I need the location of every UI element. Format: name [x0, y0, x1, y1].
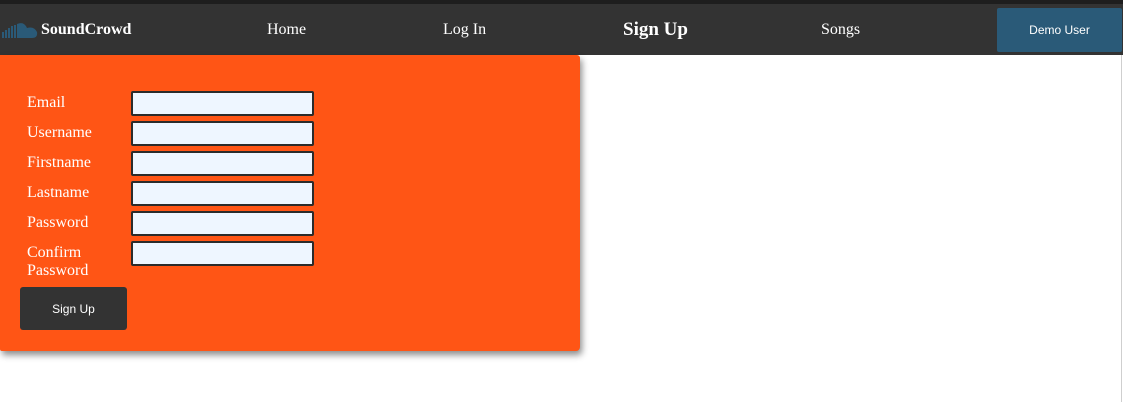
- username-label: Username: [27, 124, 92, 141]
- nav-home-link[interactable]: Home: [267, 8, 306, 52]
- page-right-border: [1121, 55, 1122, 402]
- soundcloud-logo-icon: [2, 23, 38, 38]
- nav-songs-link[interactable]: Songs: [821, 8, 860, 52]
- nav-login-link[interactable]: Log In: [443, 8, 486, 52]
- confirm-password-label: Confirm Password: [27, 244, 89, 279]
- sign-up-submit-button[interactable]: Sign Up: [20, 287, 127, 330]
- demo-user-button[interactable]: Demo User: [997, 8, 1122, 52]
- password-label: Password: [27, 214, 89, 231]
- lastname-label: Lastname: [27, 184, 90, 201]
- lastname-field[interactable]: [131, 181, 314, 206]
- top-navbar: SoundCrowd Home Log In Sign Up Songs Dem…: [0, 0, 1123, 55]
- nav-signup-link[interactable]: Sign Up: [623, 8, 688, 52]
- confirm-password-field[interactable]: [131, 241, 314, 266]
- username-field[interactable]: [131, 121, 314, 146]
- brand[interactable]: SoundCrowd: [2, 8, 131, 52]
- brand-name: SoundCrowd: [41, 21, 132, 38]
- firstname-label: Firstname: [27, 154, 91, 171]
- signup-form: Email Username Firstname Lastname Passwo…: [0, 55, 580, 351]
- firstname-field[interactable]: [131, 151, 314, 176]
- email-field[interactable]: [131, 91, 314, 116]
- password-field[interactable]: [131, 211, 314, 236]
- email-label: Email: [27, 94, 66, 111]
